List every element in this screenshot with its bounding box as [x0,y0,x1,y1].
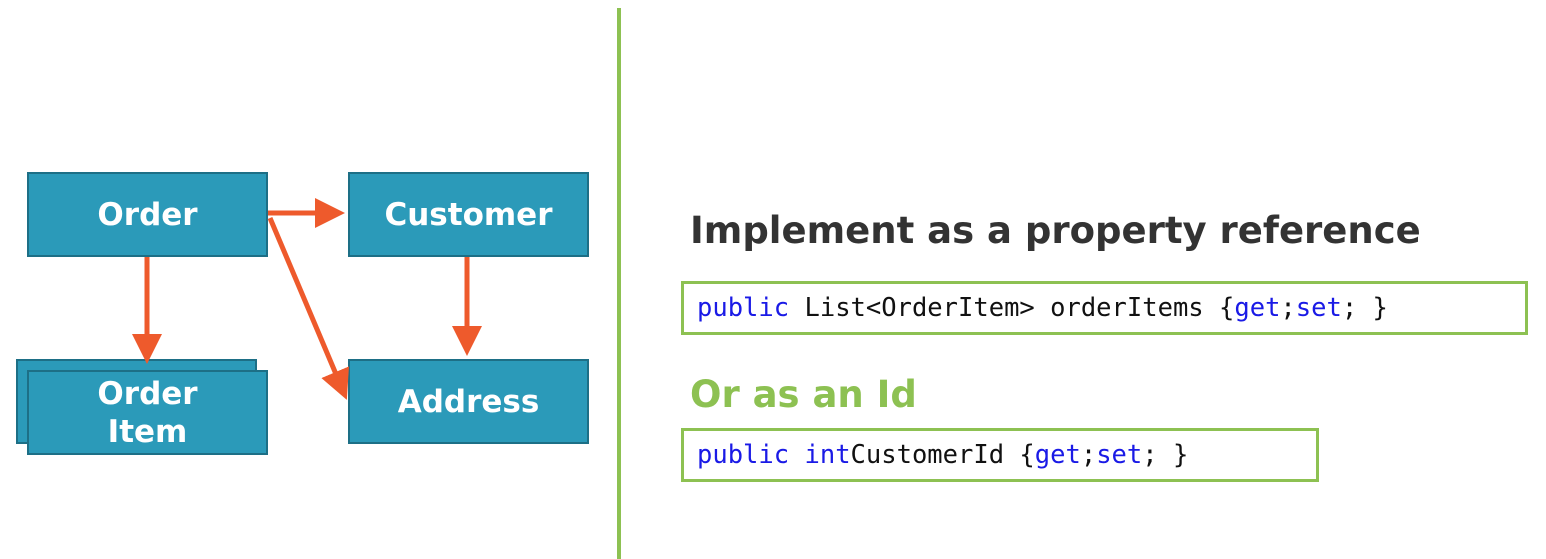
code-snippet-id: public int CustomerId { get; set; } [681,428,1319,482]
address-label: Address [397,383,540,420]
customer-label: Customer [384,196,553,233]
code1-end: ; } [1341,293,1388,323]
slide-canvas: Order Customer Order Item Address Implem… [0,0,1546,559]
main-heading: Implement as a property reference [690,209,1421,252]
code2-end: ; } [1142,440,1189,470]
code2-kw-get: get [1034,440,1081,470]
code2-kw-int: int [804,440,851,470]
code2-name: CustomerId { [850,440,1035,470]
code2-kw-public: public [697,440,790,470]
code1-kw-set: set [1295,293,1342,323]
order-node: Order [27,172,268,257]
order-label: Order [97,196,198,233]
arrow-order-to-address [267,217,349,400]
address-node: Address [348,359,589,444]
code1-kw-get: get [1234,293,1281,323]
customer-node: Customer [348,172,589,257]
order-item-label: Order Item [97,375,198,450]
code1-type: List<OrderItem> orderItems { [804,293,1235,323]
order-item-node: Order Item [27,370,268,455]
code-snippet-property-reference: public List<OrderItem> orderItems { get;… [681,281,1528,335]
code1-kw-public: public [697,293,790,323]
alt-heading: Or as an Id [690,373,917,416]
code1-sep: ; [1280,293,1296,323]
code2-sep: ; [1080,440,1097,470]
code2-kw-set: set [1096,440,1143,470]
vertical-divider [617,8,621,559]
